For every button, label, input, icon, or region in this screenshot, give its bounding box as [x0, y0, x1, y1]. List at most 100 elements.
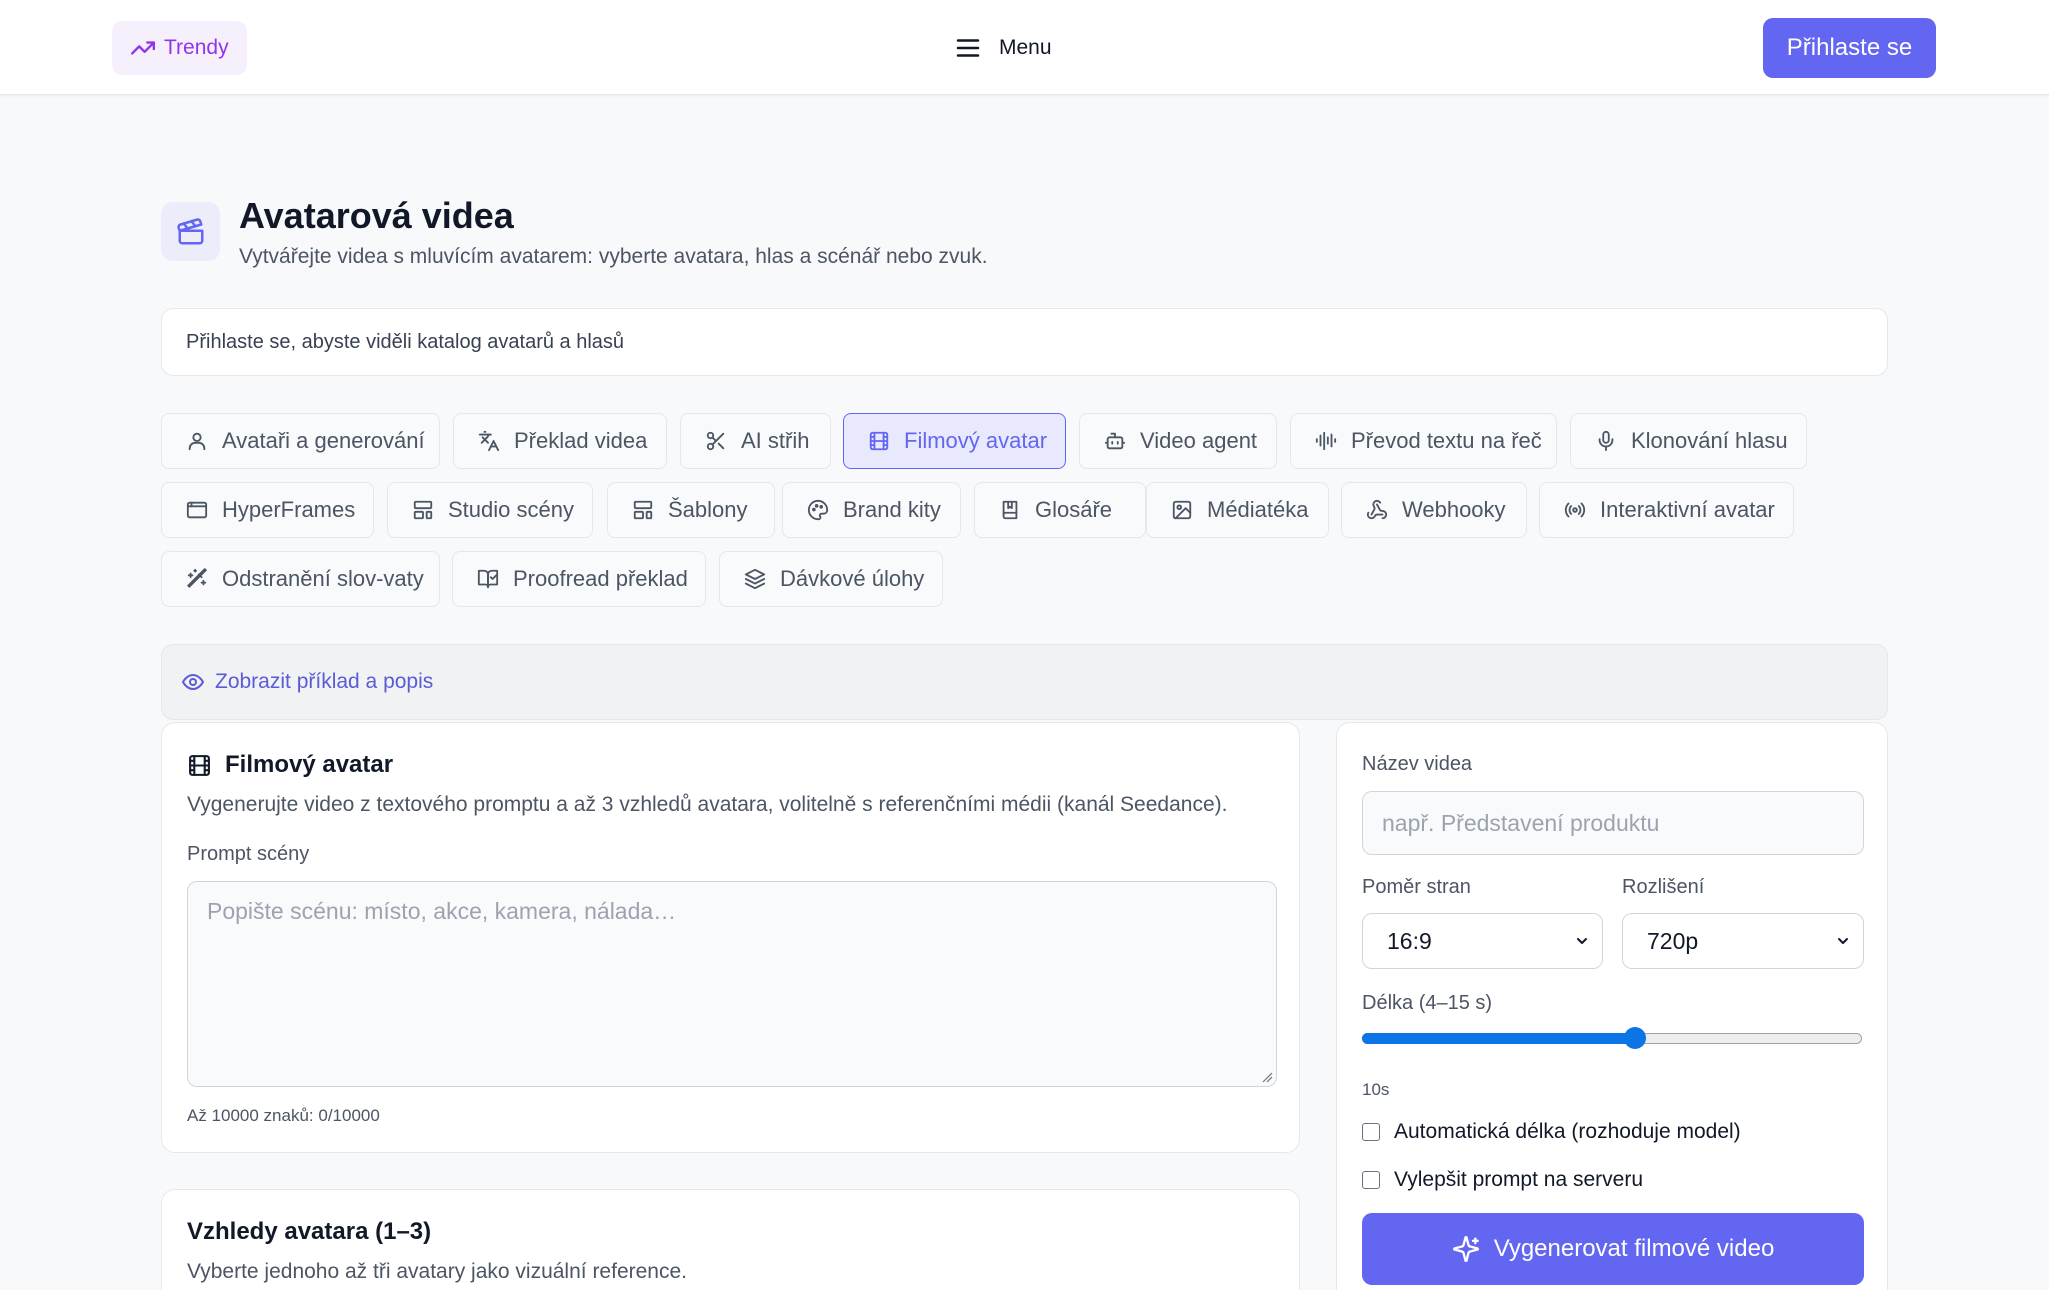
layout-icon	[412, 499, 434, 521]
palette-icon	[807, 499, 829, 521]
tab-label: Klonování hlasu	[1631, 428, 1788, 453]
menu-label: Menu	[999, 36, 1052, 59]
image-icon	[1171, 499, 1193, 521]
enhance-prompt-label: Vylepšit prompt na serveru	[1394, 1168, 1643, 1191]
tab-label: Odstranění slov-vaty	[222, 566, 424, 591]
tab-voice-cloning[interactable]: Klonování hlasu	[1570, 413, 1807, 469]
tab-label: Glosáře	[1035, 497, 1113, 522]
settings-panel: Název videa např. Představení produktu P…	[1336, 722, 1888, 1290]
trend-label: Trendy	[164, 36, 229, 59]
film-avatar-card: Filmový avatar Vygenerujte video z texto…	[161, 722, 1300, 1153]
checkbox-box[interactable]	[1362, 1123, 1380, 1141]
tab-avatars[interactable]: Avataři a generování	[161, 413, 440, 469]
aspect-ratio-value: 16:9	[1387, 927, 1432, 954]
tab-label: Filmový avatar	[904, 428, 1048, 453]
tab-filler-removal[interactable]: Odstranění slov-vaty	[161, 551, 440, 607]
tab-label: Dávkové úlohy	[780, 566, 925, 591]
tab-label: Brand kity	[843, 497, 941, 522]
tab-video-agent[interactable]: Video agent	[1079, 413, 1277, 469]
slider-thumb[interactable]	[1624, 1027, 1646, 1049]
book-icon	[999, 499, 1021, 521]
audio-waveform-icon	[1315, 430, 1337, 452]
tab-text-to-speech[interactable]: Převod textu na řeč	[1290, 413, 1557, 469]
looks-card-description: Vyberte jednoho až tři avatary jako vizu…	[187, 1260, 687, 1283]
page-subtitle: Vytvářejte videa s mluvícím avatarem: vy…	[239, 245, 988, 268]
sparkles-icon	[1452, 1235, 1480, 1263]
tab-scene-studio[interactable]: Studio scény	[387, 482, 593, 538]
film-icon	[868, 430, 890, 452]
hamburger-icon	[953, 33, 983, 63]
magic-wand-icon	[186, 568, 208, 590]
tab-glossaries[interactable]: Glosáře	[974, 482, 1146, 538]
tab-proofread-translation[interactable]: Proofread překlad	[452, 551, 706, 607]
scene-prompt-placeholder: Popište scénu: místo, akce, kamera, nála…	[207, 898, 677, 924]
tab-templates[interactable]: Šablony	[607, 482, 775, 538]
show-example-toggle[interactable]: Zobrazit příklad a popis	[161, 644, 1888, 720]
clapperboard-icon	[161, 202, 220, 261]
avatar-looks-card: Vzhledy avatara (1–3) Vyberte jednoho až…	[161, 1189, 1300, 1290]
tab-label: Video agent	[1140, 428, 1258, 453]
scene-prompt-textarea[interactable]: Popište scénu: místo, akce, kamera, nála…	[187, 881, 1277, 1087]
translate-icon	[478, 430, 500, 452]
prompt-label: Prompt scény	[187, 843, 310, 865]
tab-label: Převod textu na řeč	[1351, 428, 1542, 453]
book-check-icon	[477, 568, 499, 590]
tab-film-avatar[interactable]: Filmový avatar	[843, 413, 1066, 469]
auto-length-checkbox[interactable]: Automatická délka (rozhoduje model)	[1362, 1120, 1741, 1144]
tab-label: Webhooky	[1402, 497, 1506, 522]
resolution-select[interactable]: 720p	[1622, 913, 1864, 969]
video-name-input[interactable]: např. Představení produktu	[1362, 791, 1864, 855]
tab-label: AI střih	[741, 428, 810, 453]
generate-label: Vygenerovat filmové video	[1493, 1235, 1775, 1262]
duration-label: Délka (4–15 s)	[1362, 992, 1493, 1014]
webhook-icon	[1366, 499, 1388, 521]
tab-label: Překlad videa	[514, 428, 648, 453]
resize-grip-icon[interactable]	[1261, 1071, 1273, 1083]
layout-icon	[632, 499, 654, 521]
enhance-prompt-checkbox[interactable]: Vylepšit prompt na serveru	[1362, 1168, 1643, 1192]
app-window-icon	[186, 499, 208, 521]
tab-label: Médiatéka	[1207, 497, 1309, 522]
trending-up-icon	[130, 35, 156, 61]
scissors-icon	[705, 430, 727, 452]
tab-label: Avataři a generování	[222, 428, 425, 453]
bot-icon	[1104, 430, 1126, 452]
tab-interactive-avatar[interactable]: Interaktivní avatar	[1539, 482, 1794, 538]
duration-slider[interactable]	[1362, 1026, 1864, 1050]
resolution-label: Rozlišení	[1622, 876, 1705, 898]
login-button[interactable]: Přihlaste se	[1763, 18, 1936, 78]
tab-video-translation[interactable]: Překlad videa	[453, 413, 667, 469]
page-title: Avatarová videa	[239, 195, 514, 236]
menu-button[interactable]: Menu	[953, 33, 1052, 63]
film-card-description: Vygenerujte video z textového promptu a …	[187, 793, 1228, 816]
radio-icon	[1564, 499, 1586, 521]
looks-card-title: Vzhledy avatara (1–3)	[187, 1218, 432, 1245]
generate-video-button[interactable]: Vygenerovat filmové video	[1362, 1213, 1864, 1285]
eye-icon	[181, 670, 205, 694]
chevron-down-icon	[1835, 933, 1851, 949]
tab-batch-jobs[interactable]: Dávkové úlohy	[719, 551, 943, 607]
video-name-placeholder: např. Představení produktu	[1382, 809, 1660, 836]
auto-length-label: Automatická délka (rozhoduje model)	[1394, 1120, 1741, 1143]
resolution-value: 720p	[1647, 927, 1699, 954]
tab-webhooks[interactable]: Webhooky	[1341, 482, 1527, 538]
tab-hyperframes[interactable]: HyperFrames	[161, 482, 374, 538]
microphone-icon	[1595, 430, 1617, 452]
tab-ai-cut[interactable]: AI střih	[680, 413, 831, 469]
aspect-ratio-label: Poměr stran	[1362, 876, 1471, 898]
layers-icon	[744, 568, 766, 590]
slider-fill	[1362, 1033, 1635, 1044]
chevron-down-icon	[1574, 933, 1590, 949]
tab-brand-kits[interactable]: Brand kity	[782, 482, 961, 538]
tab-label: Šablony	[668, 497, 748, 522]
tab-label: Studio scény	[448, 497, 574, 522]
tab-label: Proofread překlad	[513, 566, 688, 591]
tab-label: HyperFrames	[222, 497, 356, 522]
show-example-label: Zobrazit příklad a popis	[215, 670, 434, 693]
character-counter: Až 10000 znaků: 0/10000	[187, 1106, 380, 1125]
video-name-label: Název videa	[1362, 753, 1473, 775]
tab-media-library[interactable]: Médiatéka	[1146, 482, 1329, 538]
checkbox-box[interactable]	[1362, 1171, 1380, 1189]
aspect-ratio-select[interactable]: 16:9	[1362, 913, 1603, 969]
trend-button[interactable]: Trendy	[112, 21, 247, 75]
